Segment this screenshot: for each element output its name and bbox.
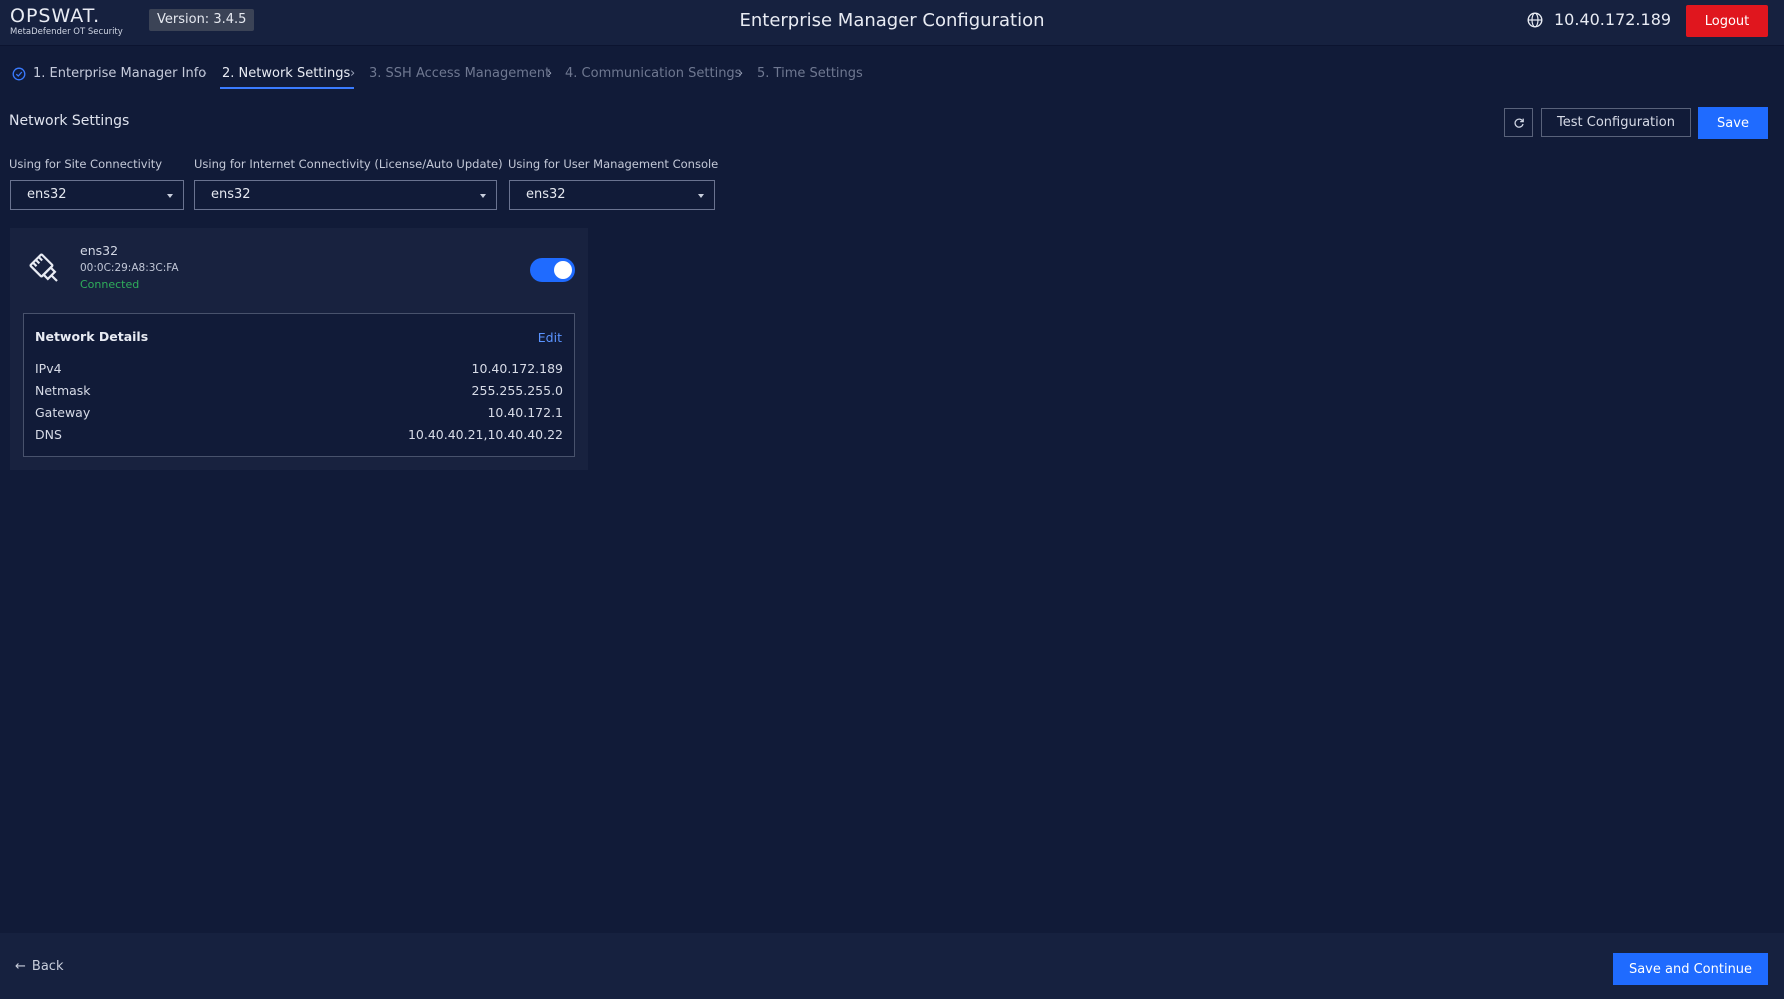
back-button[interactable]: ← Back	[15, 959, 63, 974]
check-circle-icon	[12, 67, 26, 81]
interface-card: ens32 00:0C:29:A8:3C:FA Connected Networ…	[10, 228, 588, 470]
detail-key: DNS	[35, 427, 62, 442]
chevron-right-icon: ›	[202, 66, 208, 81]
caret-down-icon	[480, 194, 486, 198]
site-connectivity-select[interactable]: ens32	[10, 180, 184, 210]
section-title: Network Settings	[9, 113, 130, 129]
globe-icon	[1527, 12, 1543, 28]
interface-mac: 00:0C:29:A8:3C:FA	[80, 262, 179, 274]
step-ssh-access-management[interactable]: 3. SSH Access Management	[369, 66, 550, 81]
step-enterprise-manager-info[interactable]: 1. Enterprise Manager Info	[33, 66, 206, 81]
step-network-settings[interactable]: 2. Network Settings	[219, 66, 355, 89]
edit-link[interactable]: Edit	[538, 330, 562, 345]
detail-key: Gateway	[35, 405, 91, 420]
chevron-right-icon: ›	[738, 66, 744, 81]
internet-connectivity-label: Using for Internet Connectivity (License…	[194, 157, 503, 171]
detail-key: Netmask	[35, 383, 91, 398]
save-button[interactable]: Save	[1698, 107, 1768, 139]
detail-row-gateway: Gateway 10.40.172.1	[35, 405, 563, 425]
user-management-console-select[interactable]: ens32	[509, 180, 715, 210]
select-value: ens32	[27, 187, 67, 202]
detail-row-dns: DNS 10.40.40.21,10.40.40.22	[35, 427, 563, 447]
detail-row-netmask: Netmask 255.255.255.0	[35, 383, 563, 403]
page-title: Enterprise Manager Configuration	[739, 10, 1045, 31]
chevron-right-icon: ›	[350, 66, 356, 81]
step-time-settings[interactable]: 5. Time Settings	[757, 66, 863, 81]
detail-value: 10.40.172.1	[487, 405, 563, 420]
internet-connectivity-select[interactable]: ens32	[194, 180, 497, 210]
select-value: ens32	[526, 187, 566, 202]
ethernet-plug-icon	[29, 253, 58, 282]
select-value: ens32	[211, 187, 251, 202]
caret-down-icon	[167, 194, 173, 198]
back-label: Back	[31, 959, 64, 974]
interface-name: ens32	[80, 243, 119, 258]
test-configuration-button[interactable]: Test Configuration	[1541, 108, 1691, 137]
network-details-title: Network Details	[35, 329, 149, 344]
step-communication-settings[interactable]: 4. Communication Settings	[565, 66, 741, 81]
toggle-knob	[554, 261, 572, 279]
interface-enable-toggle[interactable]	[530, 258, 575, 282]
detail-row-ipv4: IPv4 10.40.172.189	[35, 361, 563, 381]
user-management-console-label: Using for User Management Console	[508, 157, 719, 171]
footer-bar: ← Back Save and Continue	[0, 933, 1784, 999]
save-and-continue-button[interactable]: Save and Continue	[1613, 953, 1768, 985]
detail-key: IPv4	[35, 361, 62, 376]
host-ip: 10.40.172.189	[1554, 10, 1672, 29]
network-details-panel: Network Details Edit IPv4 10.40.172.189 …	[23, 313, 575, 457]
detail-value: 10.40.40.21,10.40.40.22	[407, 427, 563, 442]
arrow-left-icon: ←	[15, 959, 26, 974]
top-header: OPSWAT. MetaDefender OT Security Version…	[0, 0, 1784, 46]
detail-value: 255.255.255.0	[471, 383, 563, 398]
logout-button[interactable]: Logout	[1686, 5, 1768, 37]
interface-status: Connected	[80, 278, 140, 291]
refresh-button[interactable]	[1504, 108, 1533, 137]
caret-down-icon	[698, 194, 704, 198]
refresh-icon	[1513, 118, 1524, 128]
detail-value: 10.40.172.189	[471, 361, 563, 376]
chevron-right-icon: ›	[547, 66, 553, 81]
site-connectivity-label: Using for Site Connectivity	[9, 157, 163, 171]
